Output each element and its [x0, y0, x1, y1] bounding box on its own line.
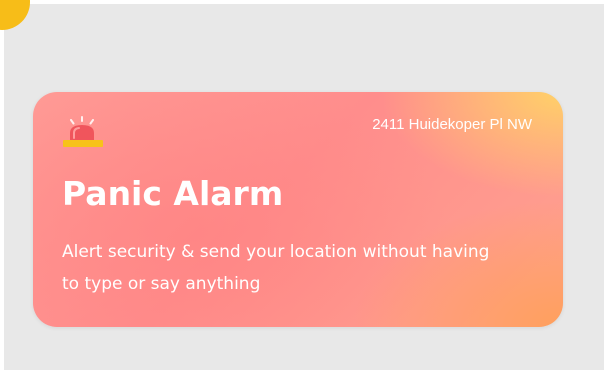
card-description: Alert security & send your location with…	[62, 242, 490, 294]
card-title: Panic Alarm	[62, 174, 284, 213]
location-address: 2411 Huidekoper Pl NW	[372, 116, 532, 133]
panic-alarm-card[interactable]: 2411 Huidekoper Pl NW Panic Alarm Alert …	[33, 92, 563, 327]
alarm-siren-icon	[62, 116, 104, 150]
